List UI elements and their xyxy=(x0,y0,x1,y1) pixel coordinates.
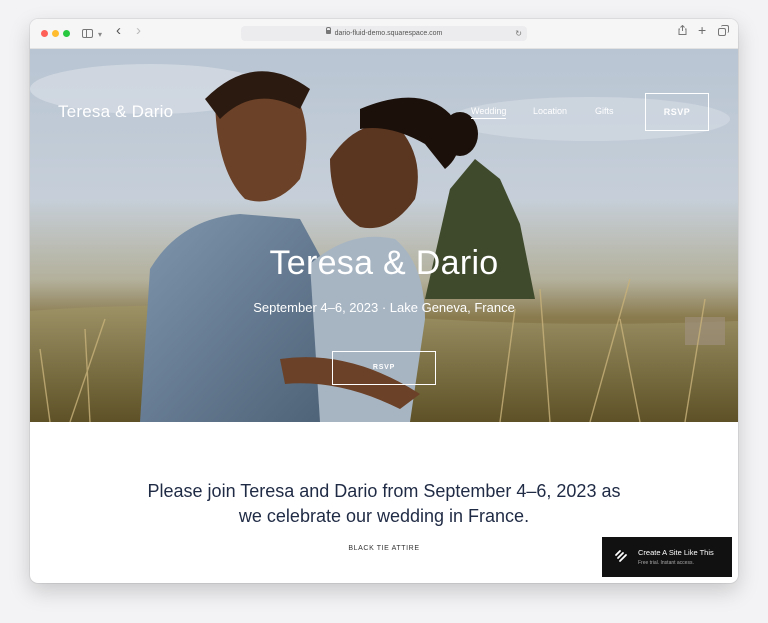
browser-window: ▾ ‹ › dario-fluid-demo.squarespace.com ↻… xyxy=(30,19,738,583)
badge-title: Create A Site Like This xyxy=(638,548,714,557)
address-bar[interactable]: dario-fluid-demo.squarespace.com ↻ xyxy=(241,26,527,41)
site-title[interactable]: Teresa & Dario xyxy=(58,102,173,122)
url-text: dario-fluid-demo.squarespace.com xyxy=(334,30,443,37)
hero-heading: Teresa & Dario xyxy=(269,244,499,282)
hero-banner: Teresa & Dario Wedding Location Gifts RS… xyxy=(30,49,738,422)
nav-link-location[interactable]: Location xyxy=(533,106,567,116)
nav-link-wedding[interactable]: Wedding xyxy=(471,106,507,119)
nav-link-gifts[interactable]: Gifts xyxy=(595,106,614,116)
share-icon[interactable] xyxy=(678,25,687,35)
lock-icon xyxy=(325,27,331,34)
reload-icon[interactable]: ↻ xyxy=(515,26,522,41)
create-site-badge[interactable]: Create A Site Like This Free trial. Inst… xyxy=(602,537,732,577)
minimize-window-button[interactable] xyxy=(52,30,59,37)
zoom-window-button[interactable] xyxy=(63,30,70,37)
badge-subtitle: Free trial. Instant access. xyxy=(638,560,694,566)
intro-line-1: Please join Teresa and Dario from Septem… xyxy=(147,481,621,501)
intro-line-2: we celebrate our wedding in France. xyxy=(238,506,530,526)
tab-overview-icon[interactable] xyxy=(718,25,729,36)
new-tab-icon[interactable]: + xyxy=(698,23,706,37)
hero-rsvp-button[interactable]: RSVP xyxy=(332,351,436,385)
browser-toolbar: ▾ ‹ › dario-fluid-demo.squarespace.com ↻… xyxy=(30,19,738,49)
back-arrow-icon[interactable]: ‹ xyxy=(116,23,121,38)
forward-arrow-icon[interactable]: › xyxy=(136,23,141,38)
intro-text: Please join Teresa and Dario from Septem… xyxy=(30,479,738,529)
chevron-down-icon[interactable]: ▾ xyxy=(98,28,102,42)
sidebar-toggle-icon[interactable] xyxy=(82,29,93,38)
hero-subheading: September 4–6, 2023 · Lake Geneva, Franc… xyxy=(253,300,515,315)
close-window-button[interactable] xyxy=(41,30,48,37)
squarespace-logo-icon xyxy=(615,550,627,562)
header-rsvp-button[interactable]: RSVP xyxy=(645,93,709,131)
